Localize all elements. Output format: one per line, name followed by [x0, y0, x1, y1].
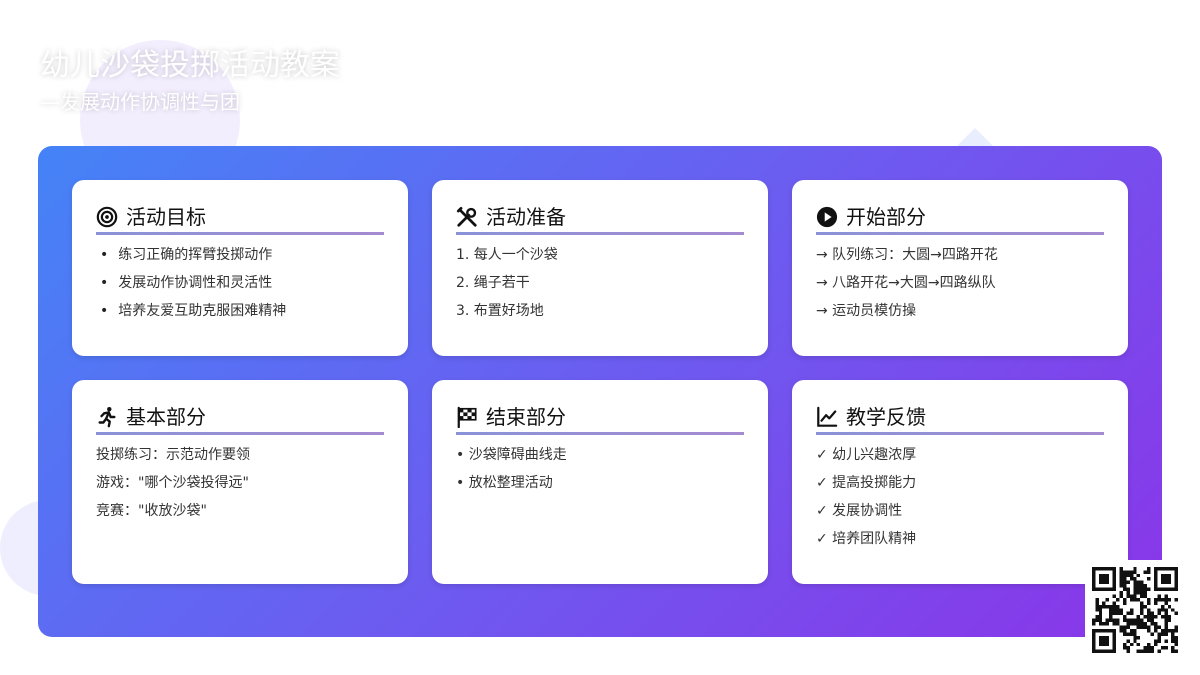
card-activity-prep: 活动准备 1. 每人一个沙袋 2. 绳子若干 3. 布置好场地: [432, 180, 768, 356]
list-item: 竞赛："收放沙袋": [96, 503, 207, 519]
list-item: 游戏："哪个沙袋投得远": [96, 475, 249, 491]
list-item: 培养友爱互助克服困难精神: [96, 297, 384, 325]
list-item: 1. 每人一个沙袋: [456, 247, 558, 263]
list-item: • 放松整理活动: [456, 475, 553, 491]
list-item: 3. 布置好场地: [456, 303, 544, 319]
list-item: 投掷练习：示范动作要领: [96, 447, 250, 463]
page-subtitle: —发展动作协调性与团: [40, 90, 240, 114]
card-header: 活动目标: [96, 204, 384, 235]
card-closing-part: 结束部分 • 沙袋障碍曲线走 • 放松整理活动: [432, 380, 768, 584]
card-opening-part: 开始部分 → 队列练习：大圆→四路开花 → 八路开花→大圆→四路纵队 → 运动员…: [792, 180, 1128, 356]
card-basic-part: 基本部分 投掷练习：示范动作要领 游戏："哪个沙袋投得远" 竞赛："收放沙袋": [72, 380, 408, 584]
card-title: 结束部分: [486, 405, 566, 429]
list-item: → 八路开花→大圆→四路纵队: [816, 275, 996, 291]
list-item: 练习正确的挥臂投掷动作: [96, 241, 384, 269]
card-list: 1. 每人一个沙袋 2. 绳子若干 3. 布置好场地: [456, 241, 744, 325]
tools-icon: [456, 206, 478, 228]
card-title: 活动目标: [126, 205, 206, 229]
list-item: ✓ 培养团队精神: [816, 531, 917, 547]
list-item: → 队列练习：大圆→四路开花: [816, 247, 998, 263]
card-teaching-feedback: 教学反馈 ✓ 幼儿兴趣浓厚 ✓ 提高投掷能力 ✓ 发展协调性 ✓ 培养团队精神: [792, 380, 1128, 584]
list-item: → 运动员模仿操: [816, 303, 917, 319]
card-header: 活动准备: [456, 204, 744, 235]
card-title: 开始部分: [846, 205, 926, 229]
page-title: 幼儿沙袋投掷活动教案: [40, 48, 340, 83]
list-item: • 沙袋障碍曲线走: [456, 447, 567, 463]
list-item: ✓ 提高投掷能力: [816, 475, 917, 491]
card-header: 结束部分: [456, 404, 744, 435]
list-item: 2. 绳子若干: [456, 275, 530, 291]
card-header: 基本部分: [96, 404, 384, 435]
running-icon: [96, 406, 118, 428]
list-item: ✓ 幼儿兴趣浓厚: [816, 447, 917, 463]
checkered-flag-icon: [456, 406, 478, 428]
card-list: 投掷练习：示范动作要领 游戏："哪个沙袋投得远" 竞赛："收放沙袋": [96, 441, 384, 525]
target-icon: [96, 206, 118, 228]
card-list: • 沙袋障碍曲线走 • 放松整理活动: [456, 441, 744, 497]
card-header: 教学反馈: [816, 404, 1104, 435]
card-title: 教学反馈: [846, 405, 926, 429]
chart-line-icon: [816, 406, 838, 428]
card-list: 练习正确的挥臂投掷动作 发展动作协调性和灵活性 培养友爱互助克服困难精神: [96, 241, 384, 325]
card-list: → 队列练习：大圆→四路开花 → 八路开花→大圆→四路纵队 → 运动员模仿操: [816, 241, 1104, 325]
list-item: ✓ 发展协调性: [816, 503, 903, 519]
card-title: 活动准备: [486, 205, 566, 229]
qr-code-icon: [1085, 560, 1185, 660]
card-activity-goals: 活动目标 练习正确的挥臂投掷动作 发展动作协调性和灵活性 培养友爱互助克服困难精…: [72, 180, 408, 356]
list-item: 发展动作协调性和灵活性: [96, 269, 384, 297]
play-icon: [816, 206, 838, 228]
card-header: 开始部分: [816, 204, 1104, 235]
card-list: ✓ 幼儿兴趣浓厚 ✓ 提高投掷能力 ✓ 发展协调性 ✓ 培养团队精神: [816, 441, 1104, 553]
card-title: 基本部分: [126, 405, 206, 429]
